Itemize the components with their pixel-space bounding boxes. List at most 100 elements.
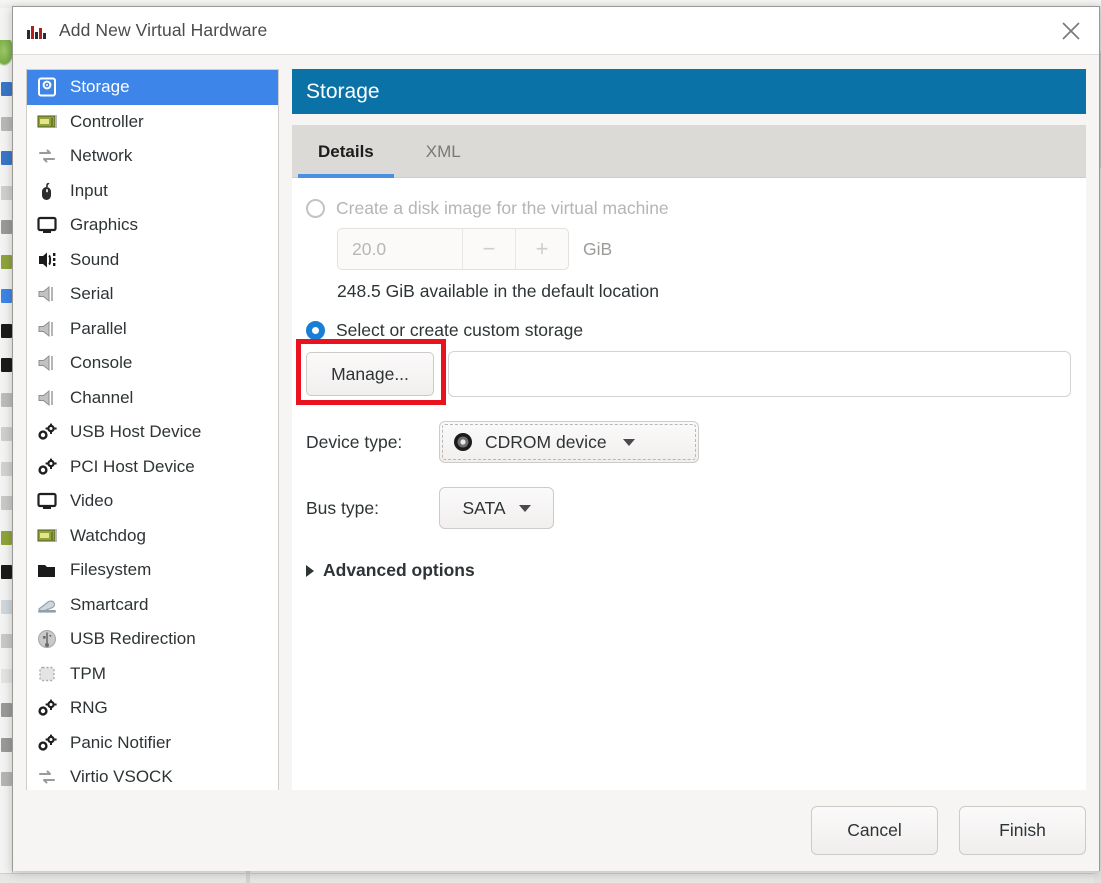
gears-icon xyxy=(34,732,60,754)
gears-icon xyxy=(34,697,60,719)
advanced-options-label: Advanced options xyxy=(323,560,475,580)
background-list-icon xyxy=(1,185,12,200)
virt-manager-icon xyxy=(27,23,49,39)
sidebar-item-controller[interactable]: Controller xyxy=(27,105,278,140)
sidebar-item-label: TPM xyxy=(70,663,106,683)
sidebar-item-label: PCI Host Device xyxy=(70,456,195,476)
sidebar-item-console[interactable]: Console xyxy=(27,346,278,381)
dialog-titlebar: Add New Virtual Hardware xyxy=(13,7,1099,55)
sidebar-item-label: Panic Notifier xyxy=(70,732,172,752)
sidebar-item-label: Graphics xyxy=(70,215,139,235)
create-disk-radio[interactable] xyxy=(306,199,325,218)
sidebar-item-channel[interactable]: Channel xyxy=(27,381,278,416)
bus-type-value: SATA xyxy=(462,497,506,518)
sidebar-item-usb-host-device[interactable]: USB Host Device xyxy=(27,415,278,450)
custom-storage-label: Select or create custom storage xyxy=(336,320,584,340)
disk-size-increment-button[interactable]: + xyxy=(515,229,568,269)
details-pane: Storage Details XML Create a disk image … xyxy=(292,55,1099,871)
disk-size-value[interactable]: 20.0 xyxy=(338,229,462,269)
bus-type-row: Bus type: SATA xyxy=(306,487,1086,529)
smartcard-icon xyxy=(34,594,60,616)
background-list-icon xyxy=(1,392,12,407)
sidebar-item-usb-redirection[interactable]: USB Redirection xyxy=(27,622,278,657)
gears-icon xyxy=(34,456,60,478)
controller-icon xyxy=(34,111,60,133)
cancel-button[interactable]: Cancel xyxy=(811,806,938,855)
sidebar-item-label: USB Host Device xyxy=(70,422,202,442)
disk-size-row: 20.0 − + GiB xyxy=(337,228,1086,270)
sidebar-item-panic-notifier[interactable]: Panic Notifier xyxy=(27,726,278,761)
create-disk-label: Create a disk image for the virtual mach… xyxy=(336,198,669,218)
background-list-icon xyxy=(1,220,12,234)
sidebar-item-label: Network xyxy=(70,146,133,166)
dialog-action-bar: Cancel Finish xyxy=(13,790,1099,871)
storage-icon xyxy=(34,76,60,98)
create-disk-row: Create a disk image for the virtual mach… xyxy=(306,198,1086,219)
storage-path-input[interactable] xyxy=(448,351,1071,397)
device-type-row: Device type: CDROM device xyxy=(306,421,1086,463)
sidebar-item-network[interactable]: Network xyxy=(27,139,278,174)
custom-storage-row: Select or create custom storage xyxy=(306,320,1086,341)
sidebar-item-watchdog[interactable]: Watchdog xyxy=(27,519,278,554)
chip-icon xyxy=(34,663,60,685)
hardware-sidebar: Storage Controller Network Input Graphics Sou… xyxy=(13,55,292,871)
sidebar-item-input[interactable]: Input xyxy=(27,174,278,209)
background-list-icon xyxy=(1,772,12,786)
device-type-label: Device type: xyxy=(306,431,403,452)
custom-storage-radio[interactable] xyxy=(306,321,325,340)
device-type-dropdown[interactable]: CDROM device xyxy=(439,421,699,463)
sidebar-item-rng[interactable]: RNG xyxy=(27,691,278,726)
sidebar-item-parallel[interactable]: Parallel xyxy=(27,312,278,347)
sidebar-item-label: USB Redirection xyxy=(70,629,196,649)
background-list-icon xyxy=(1,461,12,476)
finish-button[interactable]: Finish xyxy=(959,806,1086,855)
sidebar-item-label: Console xyxy=(70,353,133,373)
disk-size-unit-label: GiB xyxy=(583,238,613,259)
sidebar-item-graphics[interactable]: Graphics xyxy=(27,208,278,243)
background-list-icon xyxy=(1,116,12,131)
console-port-icon xyxy=(34,352,60,374)
sidebar-item-label: Channel xyxy=(70,387,134,407)
bus-type-label: Bus type: xyxy=(306,497,379,518)
sidebar-item-smartcard[interactable]: Smartcard xyxy=(27,588,278,623)
sidebar-item-sound[interactable]: Sound xyxy=(27,243,278,278)
channel-port-icon xyxy=(34,387,60,409)
storage-details-content: Create a disk image for the virtual mach… xyxy=(292,178,1086,871)
controller-icon xyxy=(34,525,60,547)
sidebar-item-video[interactable]: Video xyxy=(27,484,278,519)
background-list-icon xyxy=(1,599,12,614)
background-list-icon xyxy=(1,289,12,303)
sidebar-item-storage[interactable]: Storage xyxy=(27,70,278,105)
sidebar-item-label: Watchdog xyxy=(70,525,146,545)
disk-size-spinner[interactable]: 20.0 − + xyxy=(337,228,569,270)
cdrom-icon xyxy=(453,432,473,452)
tab-xml[interactable]: XML xyxy=(400,125,487,178)
storage-path-row: Manage... xyxy=(296,339,1086,405)
disk-size-decrement-button[interactable]: − xyxy=(462,229,515,269)
manage-button[interactable]: Manage... xyxy=(306,352,434,396)
monitor-icon xyxy=(34,490,60,512)
network-icon xyxy=(34,145,60,167)
monitor-icon xyxy=(34,214,60,236)
sidebar-item-filesystem[interactable]: Filesystem xyxy=(27,553,278,588)
sidebar-item-serial[interactable]: Serial xyxy=(27,277,278,312)
close-icon[interactable] xyxy=(1057,17,1085,45)
add-new-virtual-hardware-dialog: Add New Virtual Hardware Storage Controll… xyxy=(12,6,1100,871)
background-list-icon xyxy=(1,427,12,441)
sidebar-item-label: Parallel xyxy=(70,318,127,338)
sidebar-item-label: RNG xyxy=(70,698,108,718)
sidebar-item-tpm[interactable]: TPM xyxy=(27,657,278,692)
tab-details[interactable]: Details xyxy=(292,125,400,178)
dialog-body: Storage Controller Network Input Graphics Sou… xyxy=(13,55,1099,871)
tab-bar: Details XML xyxy=(292,125,1086,178)
advanced-options-expander[interactable]: Advanced options xyxy=(306,560,541,581)
usb-icon xyxy=(34,628,60,650)
sidebar-item-pci-host-device[interactable]: PCI Host Device xyxy=(27,450,278,485)
background-list-icon xyxy=(1,358,12,372)
bus-type-dropdown[interactable]: SATA xyxy=(439,487,554,529)
sidebar-item-label: Virtio VSOCK xyxy=(70,767,173,787)
background-list-icon xyxy=(1,565,12,579)
serial-port-icon xyxy=(34,283,60,305)
hardware-list[interactable]: Storage Controller Network Input Graphics Sou… xyxy=(26,69,279,796)
background-window-statusbar xyxy=(0,873,1101,883)
